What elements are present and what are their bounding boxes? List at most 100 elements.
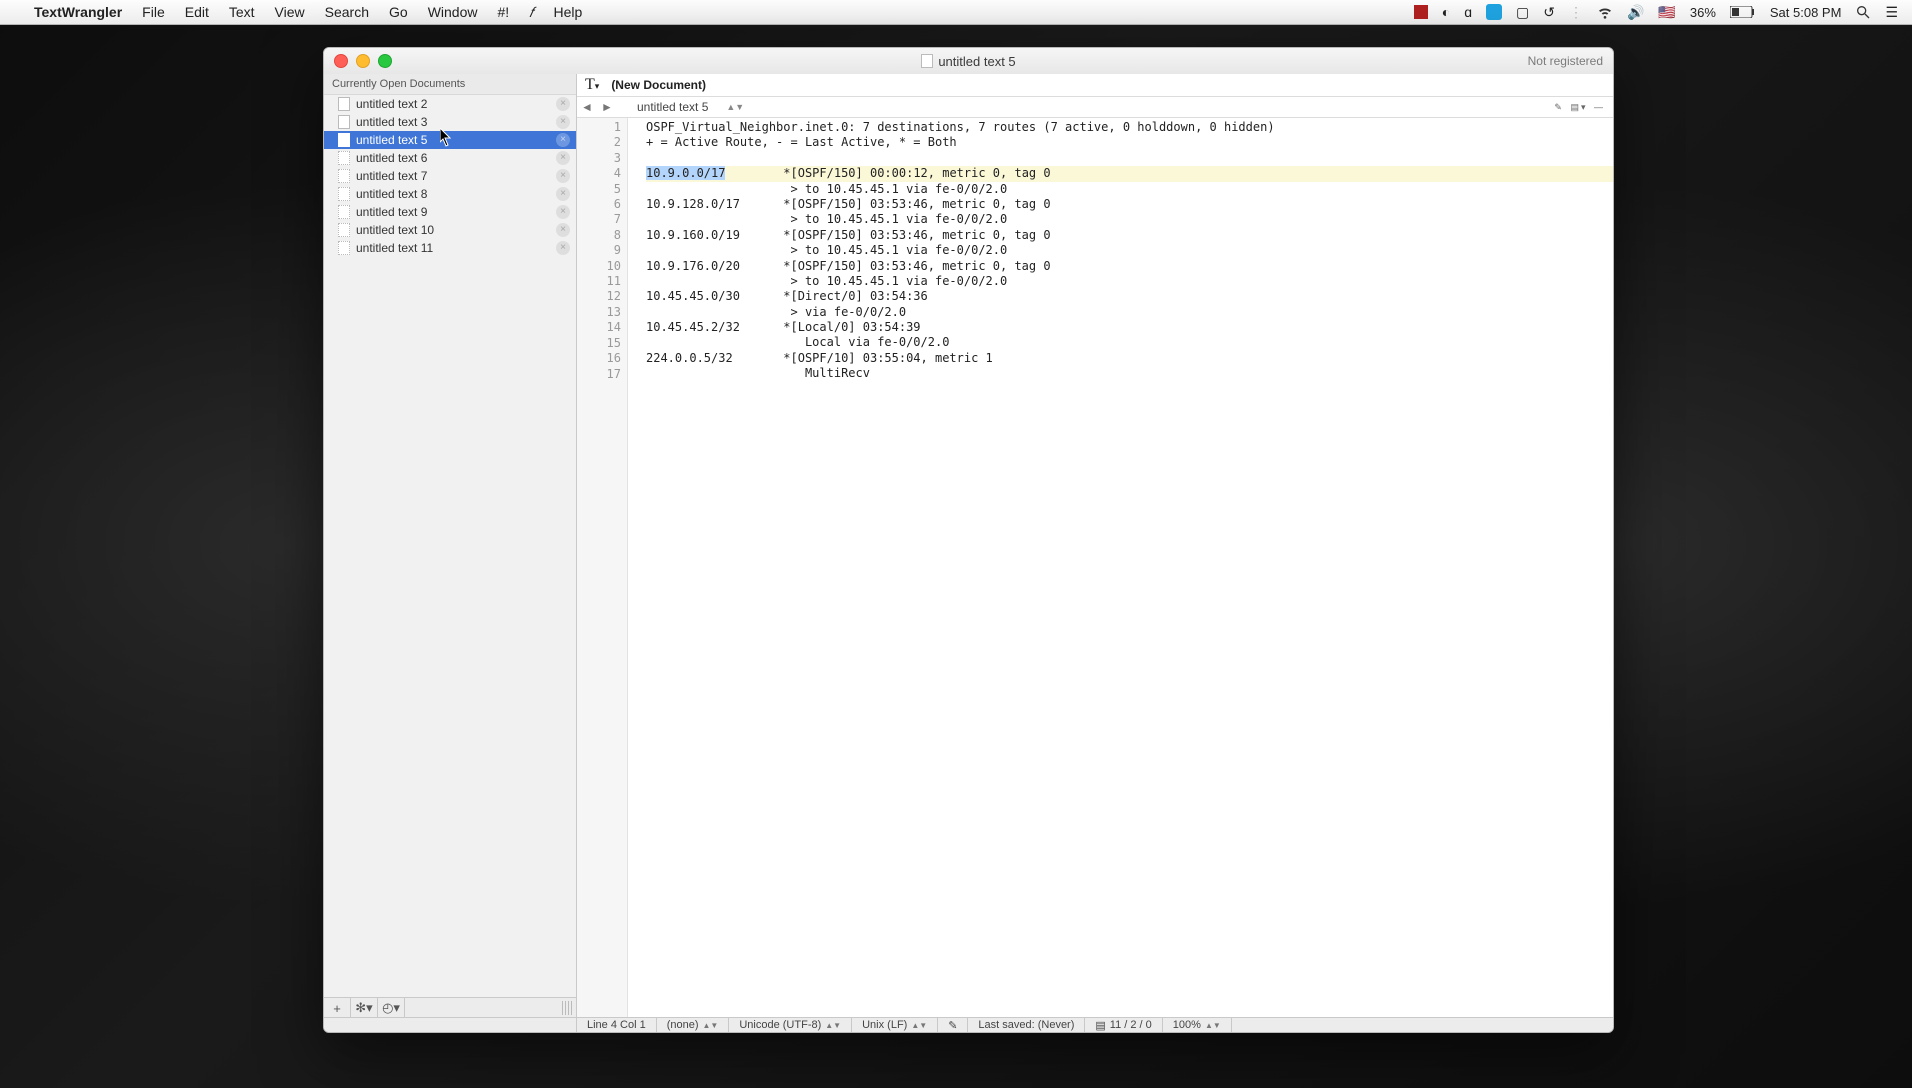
close-button[interactable] bbox=[334, 54, 348, 68]
close-document-button[interactable]: × bbox=[556, 115, 570, 129]
window-title: untitled text 5 bbox=[324, 54, 1613, 69]
document-label: untitled text 2 bbox=[356, 97, 427, 111]
close-document-button[interactable]: × bbox=[556, 97, 570, 111]
zoom-menu[interactable]: 100%▲▼ bbox=[1163, 1018, 1232, 1032]
sidebar-document-item[interactable]: untitled text 5 × bbox=[324, 131, 576, 149]
document-label: untitled text 11 bbox=[356, 241, 433, 255]
last-saved: Last saved: (Never) bbox=[968, 1018, 1085, 1032]
sidebar-document-item[interactable]: untitled text 7 × bbox=[324, 167, 576, 185]
document-path[interactable]: (New Document) bbox=[611, 78, 706, 92]
menu-window[interactable]: Window bbox=[428, 4, 478, 20]
menubar-extra-2-icon[interactable]: ◐ bbox=[1442, 4, 1450, 20]
document-label: untitled text 7 bbox=[356, 169, 427, 183]
volume-icon[interactable]: 🔊 bbox=[1627, 4, 1644, 21]
sidebar-document-item[interactable]: untitled text 2 × bbox=[324, 95, 576, 113]
battery-icon[interactable] bbox=[1730, 6, 1756, 18]
sidebar-document-item[interactable]: untitled text 11 × bbox=[324, 239, 576, 257]
window-titlebar[interactable]: untitled text 5 Not registered bbox=[324, 48, 1613, 75]
sidebar-header: Currently Open Documents bbox=[324, 74, 576, 95]
text-mode-icon[interactable]: T▾ bbox=[585, 76, 599, 94]
document-list: untitled text 2×untitled text 3×untitled… bbox=[324, 95, 576, 997]
nav-document-name[interactable]: untitled text 5 bbox=[637, 100, 708, 114]
menu-file[interactable]: File bbox=[142, 4, 165, 20]
add-document-button[interactable]: + bbox=[324, 998, 351, 1018]
zoom-button[interactable] bbox=[378, 54, 392, 68]
close-document-button[interactable]: × bbox=[556, 241, 570, 255]
documents-sidebar: Currently Open Documents untitled text 2… bbox=[324, 74, 577, 1018]
sidebar-footer: + ✻▾ ◴▾ bbox=[324, 997, 576, 1018]
cursor-position[interactable]: Line 4 Col 1 bbox=[577, 1018, 657, 1032]
document-icon bbox=[338, 205, 350, 219]
pencil-icon[interactable]: ✎ bbox=[1554, 102, 1564, 112]
document-icon bbox=[338, 115, 350, 129]
sidebar-document-item[interactable]: untitled text 6 × bbox=[324, 149, 576, 167]
status-bar: Line 4 Col 1 (none)▲▼ Unicode (UTF-8)▲▼ … bbox=[324, 1017, 1613, 1032]
document-icon bbox=[338, 241, 350, 255]
text-editor[interactable]: OSPF_Virtual_Neighbor.inet.0: 7 destinat… bbox=[628, 118, 1613, 1018]
menubar-extra-3-icon[interactable]: ɑ bbox=[1464, 4, 1472, 20]
close-document-button[interactable]: × bbox=[556, 187, 570, 201]
encoding-menu[interactable]: Unicode (UTF-8)▲▼ bbox=[729, 1018, 852, 1032]
close-document-button[interactable]: × bbox=[556, 133, 570, 147]
sidebar-resize-handle[interactable] bbox=[562, 1001, 572, 1015]
document-label: untitled text 8 bbox=[356, 187, 427, 201]
document-label: untitled text 10 bbox=[356, 223, 434, 237]
document-label: untitled text 6 bbox=[356, 151, 427, 165]
clock[interactable]: Sat 5:08 PM bbox=[1770, 5, 1842, 20]
sidebar-document-item[interactable]: untitled text 9 × bbox=[324, 203, 576, 221]
close-document-button[interactable]: × bbox=[556, 169, 570, 183]
timemachine-icon[interactable]: ↺ bbox=[1543, 4, 1555, 21]
action-menu-button[interactable]: ✻▾ bbox=[351, 998, 378, 1018]
document-label: untitled text 9 bbox=[356, 205, 427, 219]
document-icon bbox=[338, 169, 350, 183]
sidebar-document-item[interactable]: untitled text 3 × bbox=[324, 113, 576, 131]
skype-icon[interactable] bbox=[1486, 4, 1502, 20]
macos-menubar: TextWrangler File Edit Text View Search … bbox=[0, 0, 1912, 25]
document-icon bbox=[338, 187, 350, 201]
textwrangler-window: untitled text 5 Not registered Currently… bbox=[323, 47, 1614, 1033]
document-state-icon[interactable]: ✎ bbox=[938, 1018, 968, 1032]
menu-shebang[interactable]: #! bbox=[497, 4, 509, 20]
menu-search[interactable]: Search bbox=[325, 4, 369, 20]
nav-back-button[interactable]: ◄ bbox=[577, 100, 597, 114]
document-label: untitled text 5 bbox=[356, 133, 427, 147]
document-label: untitled text 3 bbox=[356, 115, 427, 129]
document-stats[interactable]: ▤ 11 / 2 / 0 bbox=[1085, 1018, 1162, 1032]
document-icon bbox=[338, 223, 350, 237]
close-document-button[interactable]: × bbox=[556, 151, 570, 165]
menu-view[interactable]: View bbox=[275, 4, 305, 20]
language-menu[interactable]: (none)▲▼ bbox=[657, 1018, 730, 1032]
menu-text[interactable]: Text bbox=[229, 4, 255, 20]
line-endings-menu[interactable]: Unix (LF)▲▼ bbox=[852, 1018, 938, 1032]
minimize-button[interactable] bbox=[356, 54, 370, 68]
recent-menu-button[interactable]: ◴▾ bbox=[378, 998, 405, 1018]
menu-help[interactable]: Help bbox=[554, 4, 583, 20]
app-menu[interactable]: TextWrangler bbox=[34, 4, 122, 20]
editor-pane: T▾ (New Document) ◄ ► untitled text 5 ▲▼… bbox=[577, 74, 1613, 1018]
bluetooth-icon[interactable]: ⋮ bbox=[1569, 4, 1583, 21]
flag-icon[interactable]: 🇺🇸 bbox=[1658, 4, 1675, 21]
document-icon[interactable]: ▤▾ bbox=[1570, 102, 1587, 112]
navigation-bar: ◄ ► untitled text 5 ▲▼ ✎ ▤▾ — bbox=[577, 97, 1613, 118]
registration-status: Not registered bbox=[1528, 54, 1603, 68]
menu-go[interactable]: Go bbox=[389, 4, 408, 20]
airplay-icon[interactable]: ▢ bbox=[1516, 4, 1529, 21]
document-icon bbox=[338, 151, 350, 165]
document-pathbar: T▾ (New Document) bbox=[577, 74, 1613, 97]
line-number-gutter[interactable]: 1234567891011121314151617 bbox=[577, 118, 628, 1018]
menu-scripts[interactable]: 𝑓 bbox=[529, 4, 533, 21]
split-icon[interactable]: — bbox=[1594, 102, 1605, 112]
notification-center-icon[interactable]: ☰ bbox=[1885, 4, 1898, 21]
nav-section-menu[interactable]: ▲▼ bbox=[726, 102, 744, 112]
spotlight-icon[interactable] bbox=[1855, 4, 1871, 20]
close-document-button[interactable]: × bbox=[556, 205, 570, 219]
close-document-button[interactable]: × bbox=[556, 223, 570, 237]
sidebar-document-item[interactable]: untitled text 10 × bbox=[324, 221, 576, 239]
document-icon bbox=[338, 97, 350, 111]
nav-forward-button[interactable]: ► bbox=[597, 100, 617, 114]
sidebar-document-item[interactable]: untitled text 8 × bbox=[324, 185, 576, 203]
wifi-icon[interactable] bbox=[1597, 4, 1613, 20]
menubar-extra-1-icon[interactable] bbox=[1414, 5, 1428, 19]
menu-edit[interactable]: Edit bbox=[185, 4, 209, 20]
battery-percent[interactable]: 36% bbox=[1690, 5, 1716, 20]
